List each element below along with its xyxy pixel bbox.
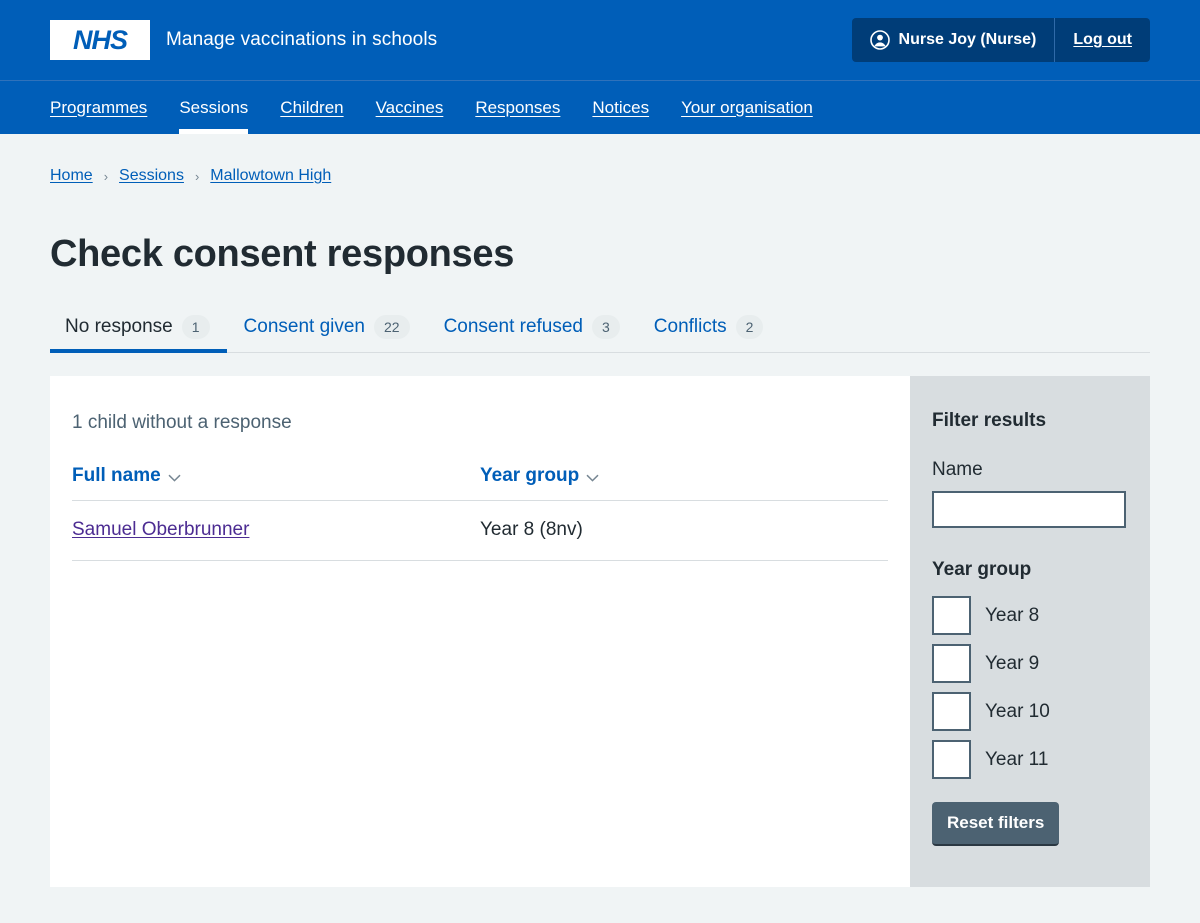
tab-conflicts[interactable]: Conflicts 2 <box>637 315 781 352</box>
checkbox-box[interactable] <box>932 692 971 732</box>
year-group-filter-heading: Year group <box>932 559 1032 581</box>
nav-item-sessions[interactable]: Sessions <box>163 81 264 134</box>
year-group-checkbox-year-9[interactable]: Year 9 <box>932 644 1128 684</box>
year-group-checkbox-list: Year 8 Year 9 Year 10 Year 11 <box>932 596 1128 780</box>
breadcrumb-separator-icon: › <box>103 168 109 184</box>
reset-filters-button[interactable]: Reset filters <box>932 802 1060 847</box>
year-group-checkbox-year-11[interactable]: Year 11 <box>932 740 1128 780</box>
chevron-down-icon <box>586 467 599 486</box>
year-group-checkbox-year-8[interactable]: Year 8 <box>932 596 1128 636</box>
checkbox-label: Year 9 <box>985 652 1040 674</box>
tab-label: Conflicts <box>653 316 727 338</box>
child-name-link[interactable]: Samuel Oberbrunner <box>72 519 249 540</box>
cell-year-group: Year 8 (8nv) <box>480 500 888 562</box>
nav-item-responses[interactable]: Responses <box>459 81 576 134</box>
consent-responses-table: Full name Year group Samuel Oberbrunner … <box>72 465 888 562</box>
sort-by-full-name[interactable]: Full name <box>72 465 181 487</box>
year-group-value: Year 8 (8nv) <box>480 519 583 541</box>
name-filter-input[interactable] <box>932 491 1126 529</box>
breadcrumb: Home › Sessions › Mallowtown High <box>50 134 1150 185</box>
table-row: Samuel Oberbrunner Year 8 (8nv) <box>72 500 888 562</box>
nav-item-children[interactable]: Children <box>264 81 359 134</box>
tab-count-badge: 3 <box>592 315 620 340</box>
breadcrumb-separator-icon: › <box>194 168 200 184</box>
breadcrumb-item-mallowtown-high[interactable]: Mallowtown High <box>210 167 331 185</box>
nav-item-your-organisation[interactable]: Your organisation <box>665 81 829 134</box>
page-title: Check consent responses <box>50 233 515 275</box>
checkbox-label: Year 8 <box>985 604 1040 626</box>
tab-label: Consent given <box>243 316 365 338</box>
tab-count-badge: 1 <box>181 315 210 340</box>
year-group-checkbox-year-10[interactable]: Year 10 <box>932 692 1128 732</box>
filter-panel-heading: Filter results <box>932 410 1047 432</box>
content-area: 1 child without a response Full name Yea… <box>50 376 1150 888</box>
breadcrumb-item-home[interactable]: Home <box>50 167 93 185</box>
nav-item-vaccines[interactable]: Vaccines <box>360 81 460 134</box>
svg-text:NHS: NHS <box>73 25 128 55</box>
tab-consent-given[interactable]: Consent given 22 <box>227 315 427 352</box>
nhs-logo-icon[interactable]: NHS <box>50 20 150 60</box>
results-count-caption: 1 child without a response <box>72 412 292 434</box>
service-name: Manage vaccinations in schools <box>166 28 438 50</box>
checkbox-box[interactable] <box>932 644 971 684</box>
sort-by-year-group[interactable]: Year group <box>480 465 599 487</box>
filter-panel: Filter results Name Year group Year 8 Yea… <box>910 376 1150 888</box>
logout-link[interactable]: Log out <box>1055 18 1150 62</box>
table-header-row: Full name Year group <box>72 465 888 502</box>
column-header-full-name-label: Full name <box>72 465 161 487</box>
account-chip[interactable]: Nurse Joy (Nurse) <box>852 18 1056 62</box>
tab-label: Consent refused <box>443 316 583 338</box>
name-filter-label: Name <box>932 459 983 481</box>
checkbox-box[interactable] <box>932 740 971 780</box>
column-header-year-group-label: Year group <box>480 465 580 487</box>
primary-navigation: Programmes Sessions Children Vaccines Respon… <box>0 80 1200 134</box>
cell-full-name: Samuel Oberbrunner <box>72 500 480 562</box>
tab-no-response[interactable]: No response 1 <box>50 315 227 354</box>
checkbox-label: Year 10 <box>985 700 1050 722</box>
tab-count-badge: 22 <box>374 315 410 340</box>
user-avatar-icon <box>869 30 890 50</box>
chevron-down-icon <box>168 467 181 486</box>
breadcrumb-item-sessions[interactable]: Sessions <box>119 167 184 185</box>
nav-item-notices[interactable]: Notices <box>576 81 665 134</box>
consent-status-tabs: No response 1 Consent given 22 Consent refus… <box>50 315 1150 354</box>
results-panel: 1 child without a response Full name Yea… <box>50 376 910 888</box>
tab-count-badge: 2 <box>735 315 764 340</box>
account-name: Nurse Joy (Nurse) <box>898 31 1037 48</box>
nav-item-programmes[interactable]: Programmes <box>50 81 163 134</box>
tab-consent-refused[interactable]: Consent refused 3 <box>427 315 637 352</box>
checkbox-box[interactable] <box>932 596 971 636</box>
column-header-year-group: Year group <box>480 465 888 502</box>
site-header: NHS Manage vaccinations in schools Nurse… <box>0 0 1200 80</box>
header-brand: NHS Manage vaccinations in schools <box>50 20 437 60</box>
checkbox-label: Year 11 <box>985 748 1049 770</box>
tab-label: No response <box>65 316 173 338</box>
header-account-area: Nurse Joy (Nurse) Log out <box>851 18 1150 62</box>
column-header-full-name: Full name <box>72 465 480 502</box>
